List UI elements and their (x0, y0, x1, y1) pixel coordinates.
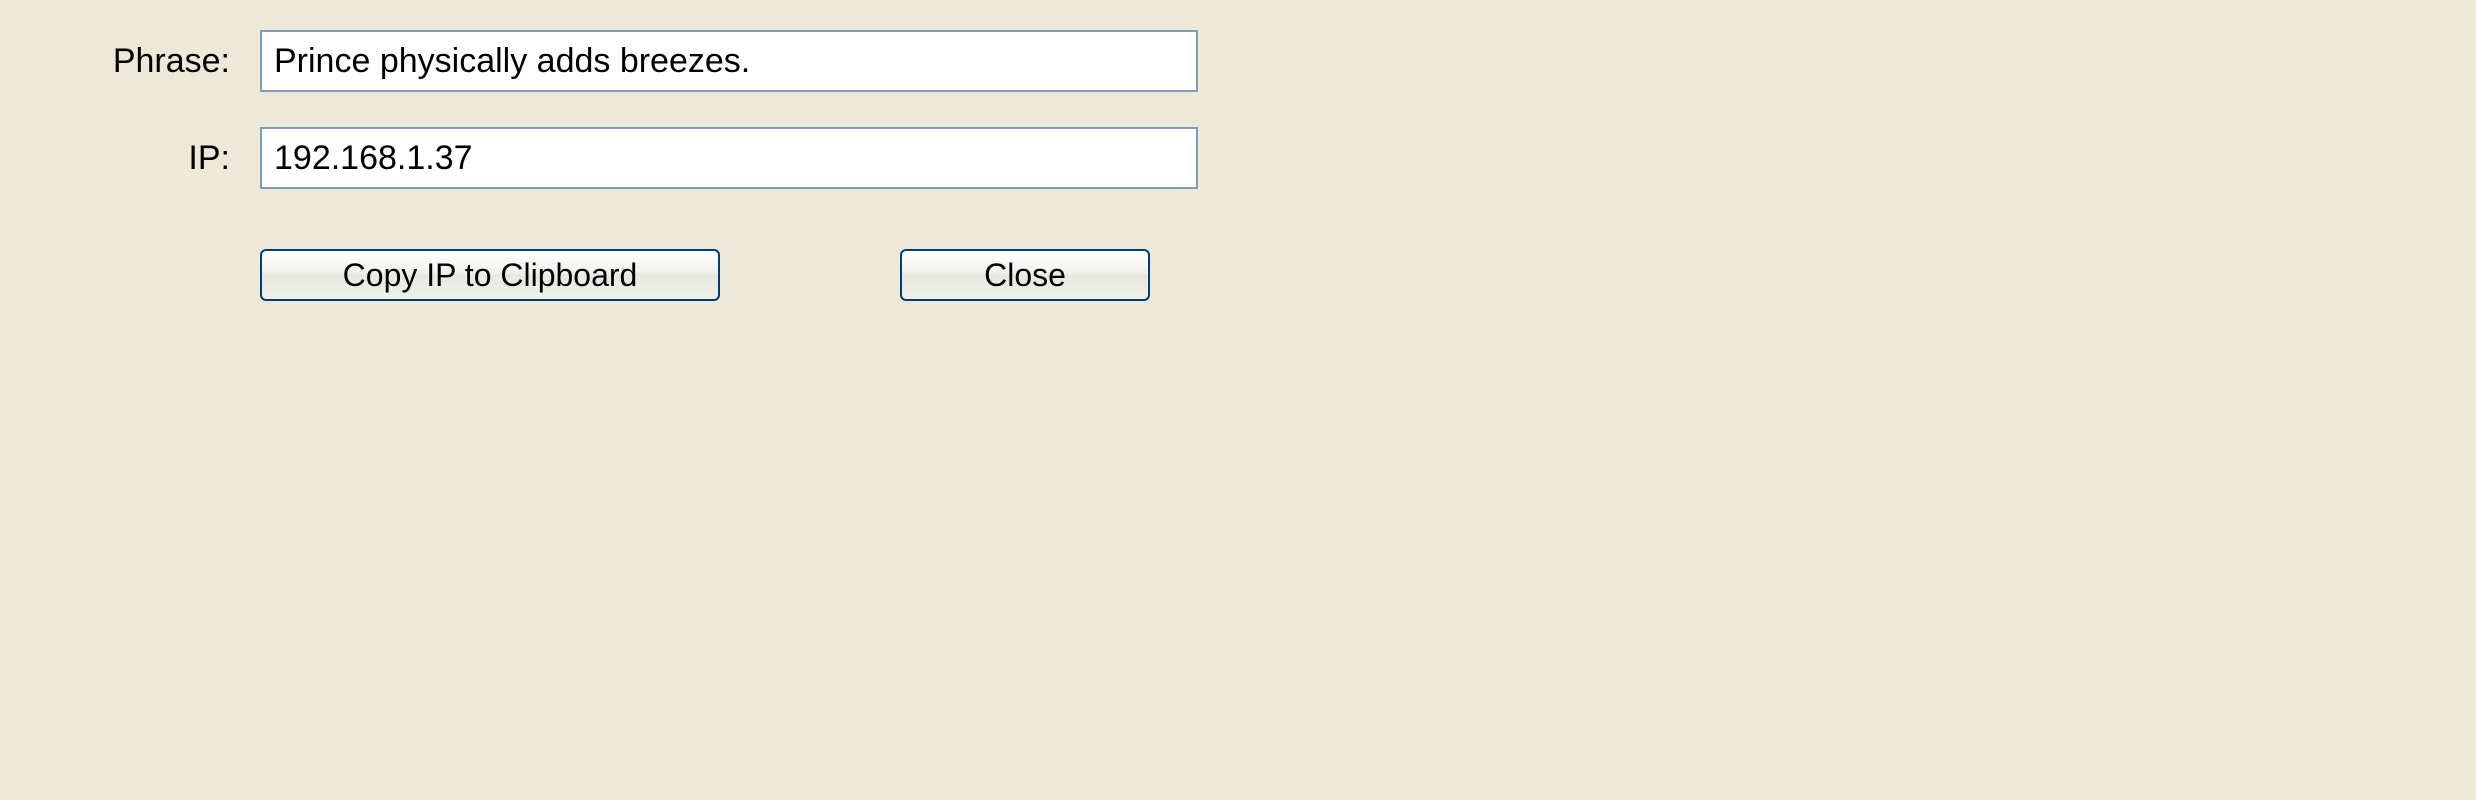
dialog-panel: Phrase: IP: Copy IP to Clipboard Close (0, 0, 1238, 331)
ip-input[interactable] (260, 127, 1198, 189)
phrase-row: Phrase: (40, 30, 1198, 92)
ip-row: IP: (40, 127, 1198, 189)
close-button[interactable]: Close (900, 249, 1150, 301)
phrase-label: Phrase: (40, 42, 260, 81)
copy-ip-button[interactable]: Copy IP to Clipboard (260, 249, 720, 301)
ip-label: IP: (40, 139, 260, 178)
button-row: Copy IP to Clipboard Close (40, 249, 1198, 301)
phrase-input[interactable] (260, 30, 1198, 92)
